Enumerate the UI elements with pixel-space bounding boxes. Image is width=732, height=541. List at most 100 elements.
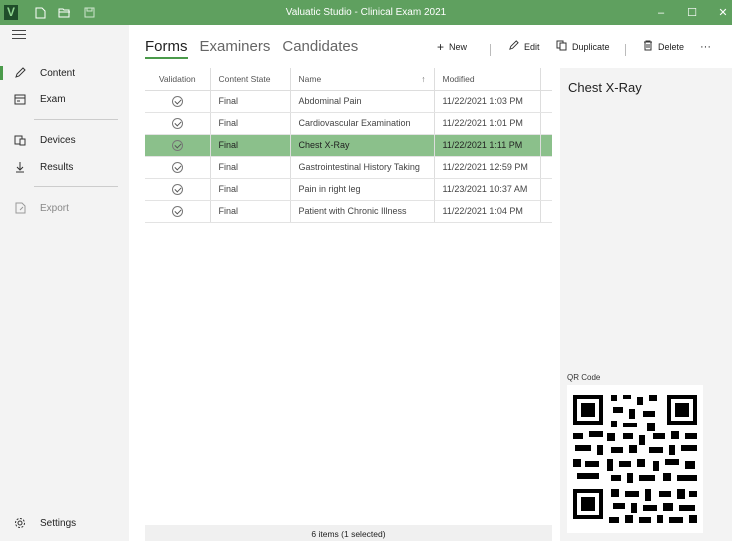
validation-cell: [145, 178, 211, 201]
validation-cell: [145, 134, 211, 157]
table-row[interactable]: Final Patient with Chronic Illness 11/22…: [145, 200, 552, 223]
table-row[interactable]: Final Abdominal Pain 11/22/2021 1:03 PM: [145, 90, 552, 113]
delete-label: Delete: [658, 42, 685, 52]
column-header-content-state[interactable]: Content State: [210, 68, 291, 90]
maximize-button[interactable]: ☐: [677, 0, 707, 25]
modified-cell: 11/23/2021 10:37 AM: [434, 178, 541, 201]
detail-title: Chest X-Ray: [568, 80, 642, 95]
sidebar-item-label: Settings: [40, 517, 77, 529]
export-icon: [11, 202, 29, 214]
column-header-name-label: Name: [298, 73, 322, 84]
table-row-selected[interactable]: Final Chest X-Ray 11/22/2021 1:11 PM: [145, 134, 552, 157]
content-state-cell: Final: [210, 90, 291, 113]
status-bar: 6 items (1 selected): [145, 525, 552, 541]
validation-cell: [145, 112, 211, 135]
edit-button[interactable]: Edit: [508, 38, 540, 56]
name-cell: Gastrointestinal History Taking: [290, 156, 435, 179]
forms-table: Validation Content State Name ↑ Modified …: [145, 68, 552, 223]
spacer-cell: [540, 156, 552, 179]
content-state-cell: Final: [210, 134, 291, 157]
duplicate-label: Duplicate: [572, 42, 610, 52]
tab-candidates[interactable]: Candidates: [282, 38, 358, 55]
sort-ascending-icon: ↑: [421, 73, 426, 84]
column-header-spacer: [540, 68, 552, 90]
new-button[interactable]: + New: [437, 38, 467, 56]
tab-bar: Forms Examiners Candidates: [145, 38, 370, 59]
sidebar-item-label: Export: [40, 202, 69, 214]
content-state-cell: Final: [210, 178, 291, 201]
table-header: Validation Content State Name ↑ Modified: [145, 68, 552, 90]
spacer-cell: [540, 178, 552, 201]
table-row[interactable]: Final Gastrointestinal History Taking 11…: [145, 156, 552, 179]
sidebar-item-results[interactable]: Results: [0, 154, 129, 180]
sidebar-item-export[interactable]: Export: [0, 195, 129, 221]
new-file-icon[interactable]: [30, 0, 50, 25]
modified-cell: 11/22/2021 1:04 PM: [434, 200, 541, 223]
window-title: Valuatic Studio - Clinical Exam 2021: [285, 7, 447, 18]
open-folder-icon[interactable]: [54, 0, 74, 25]
delete-button[interactable]: Delete: [643, 38, 684, 56]
sidebar-item-settings[interactable]: Settings: [0, 510, 129, 536]
content-state-cell: Final: [210, 112, 291, 135]
spacer-cell: [540, 112, 552, 135]
table-row[interactable]: Final Cardiovascular Examination 11/22/2…: [145, 112, 552, 135]
qr-code-label: QR Code: [567, 373, 601, 382]
sidebar-item-exam[interactable]: Exam: [0, 86, 129, 112]
table-row[interactable]: Final Pain in right leg 11/23/2021 10:37…: [145, 178, 552, 201]
spacer-cell: [540, 200, 552, 223]
check-circle-icon: [171, 205, 183, 217]
duplicate-icon: [556, 40, 567, 54]
close-button[interactable]: ✕: [708, 0, 732, 25]
sidebar-item-label: Content: [40, 67, 76, 79]
gear-icon: [11, 517, 29, 529]
name-cell: Patient with Chronic Illness: [290, 200, 435, 223]
tab-examiners[interactable]: Examiners: [200, 38, 271, 55]
check-circle-icon: [171, 117, 183, 129]
name-cell: Pain in right leg: [290, 178, 435, 201]
sidebar-item-label: Devices: [40, 134, 76, 146]
hamburger-menu-icon[interactable]: [12, 30, 26, 42]
column-header-modified[interactable]: Modified: [434, 68, 541, 90]
name-cell: Cardiovascular Examination: [290, 112, 435, 135]
validation-cell: [145, 200, 211, 223]
sidebar-item-label: Results: [40, 161, 74, 173]
modified-cell: 11/22/2021 1:11 PM: [434, 134, 541, 157]
more-options-button[interactable]: ···: [700, 38, 711, 56]
modified-cell: 11/22/2021 1:01 PM: [434, 112, 541, 135]
detail-panel: Chest X-Ray QR Code: [560, 68, 732, 541]
check-circle-icon: [171, 95, 183, 107]
devices-icon: [11, 135, 29, 146]
pencil-icon: [11, 67, 29, 79]
title-bar: V Valuatic Studio - Clinical Exam 2021 –…: [0, 0, 732, 25]
sidebar-divider: [34, 119, 118, 120]
name-cell: Chest X-Ray: [290, 134, 435, 157]
modified-cell: 11/22/2021 12:59 PM: [434, 156, 541, 179]
save-icon[interactable]: [79, 0, 99, 25]
qr-code-icon: [573, 395, 697, 523]
sidebar-item-content[interactable]: Content: [0, 60, 129, 86]
command-separator: [490, 41, 491, 59]
pencil-icon: [508, 40, 519, 54]
check-circle-icon: [171, 139, 183, 151]
modified-cell: 11/22/2021 1:03 PM: [434, 90, 541, 113]
validation-cell: [145, 156, 211, 179]
validation-cell: [145, 90, 211, 113]
sidebar-divider: [34, 186, 118, 187]
duplicate-button[interactable]: Duplicate: [556, 38, 610, 56]
check-circle-icon: [171, 183, 183, 195]
sidebar: Content Exam Devices Results Export Sett…: [0, 25, 129, 541]
content-state-cell: Final: [210, 200, 291, 223]
spacer-cell: [540, 134, 552, 157]
sidebar-item-label: Exam: [40, 93, 66, 105]
column-header-validation[interactable]: Validation: [145, 68, 211, 90]
minimize-button[interactable]: –: [646, 0, 676, 25]
check-circle-icon: [171, 161, 183, 173]
content-state-cell: Final: [210, 156, 291, 179]
column-header-name[interactable]: Name ↑: [290, 68, 435, 90]
name-cell: Abdominal Pain: [290, 90, 435, 113]
edit-label: Edit: [524, 42, 540, 52]
trash-icon: [643, 40, 653, 54]
sidebar-item-devices[interactable]: Devices: [0, 127, 129, 153]
command-separator: [625, 41, 626, 59]
tab-forms[interactable]: Forms: [145, 38, 188, 59]
